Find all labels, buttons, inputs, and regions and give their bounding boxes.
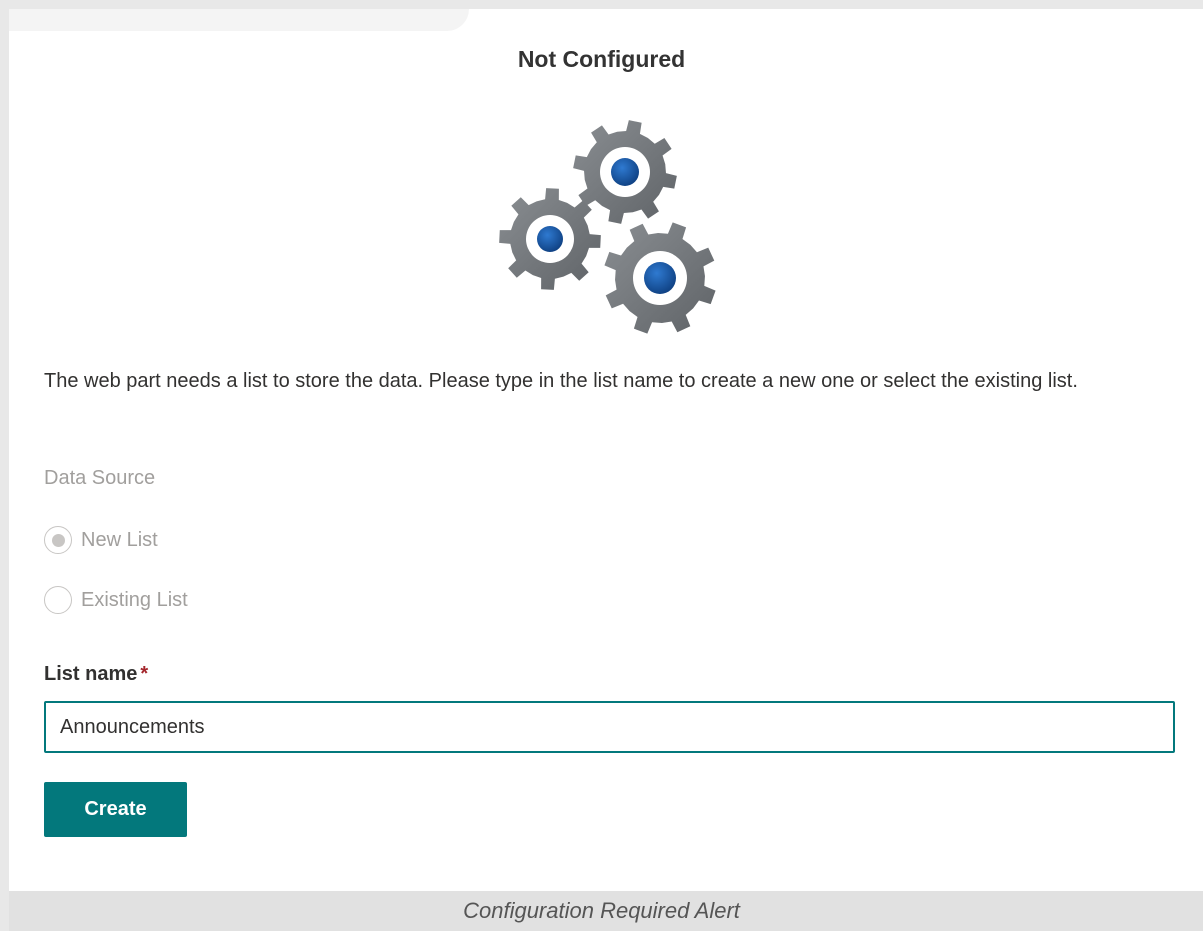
list-name-label: List name *	[44, 663, 148, 686]
gears-icon	[499, 120, 716, 334]
radio-circle[interactable]	[44, 586, 72, 614]
create-button[interactable]: Create	[44, 782, 187, 837]
list-name-input[interactable]	[44, 701, 1175, 753]
page-title: Not Configured	[517, 46, 686, 72]
screenshot-frame: Not Configured The web part needs a list…	[0, 0, 1203, 931]
gear-left-icon	[499, 188, 601, 290]
description-text: The web part needs a list to store the d…	[44, 370, 1078, 392]
data-source-label: Data Source	[44, 467, 156, 489]
radio-new-list-label: New List	[81, 528, 158, 551]
radio-existing-list-label: Existing List	[81, 588, 188, 611]
tab-strip	[9, 9, 469, 31]
required-asterisk: *	[140, 663, 149, 685]
figure-caption: Configuration Required Alert	[463, 898, 740, 923]
radio-circle-selected[interactable]	[44, 526, 72, 554]
gear-right-icon	[604, 222, 716, 334]
radio-dot	[51, 533, 65, 547]
list-name-label-text: List name	[44, 663, 138, 685]
radio-existing-list[interactable]: Existing List	[44, 584, 188, 616]
radio-new-list[interactable]: New List	[44, 524, 158, 556]
